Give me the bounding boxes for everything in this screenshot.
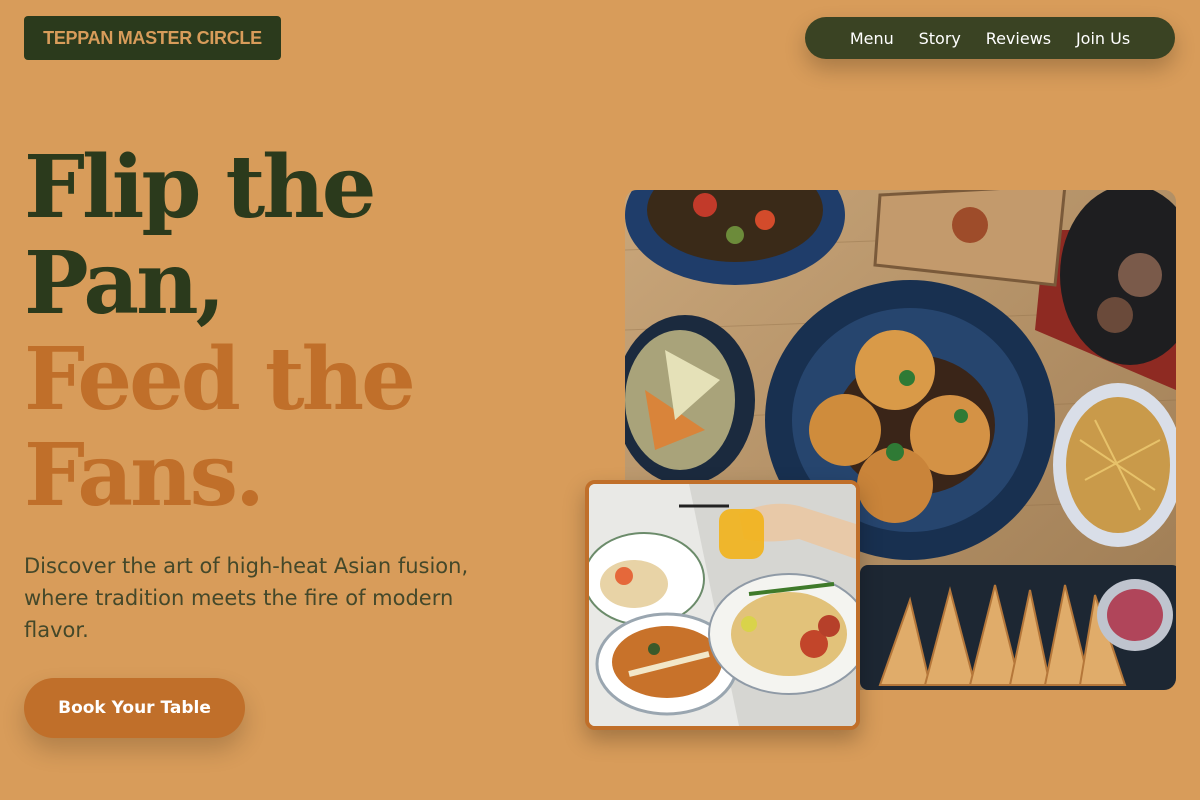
book-table-button[interactable]: Book Your Table — [24, 678, 245, 738]
nav-item-story[interactable]: Story — [919, 29, 961, 48]
hero-tagline: Discover the art of high-heat Asian fusi… — [24, 554, 469, 642]
landing-page: TEPPAN MASTER CIRCLE Menu Story Reviews … — [0, 0, 1200, 800]
headline-line-3: Feed the — [24, 329, 416, 430]
secondary-food-photo — [585, 480, 860, 730]
nav-item-join-us[interactable]: Join Us — [1076, 29, 1130, 48]
headline-line-2: Pan, — [24, 233, 226, 334]
nav-item-reviews[interactable]: Reviews — [986, 29, 1051, 48]
headline-line-1: Flip the — [24, 137, 376, 238]
hero-headline: Flip the Pan, Feed the Fans. — [24, 137, 416, 526]
nav-item-menu[interactable]: Menu — [850, 29, 894, 48]
brand-logo[interactable]: TEPPAN MASTER CIRCLE — [24, 16, 281, 60]
main-nav: Menu Story Reviews Join Us — [805, 17, 1175, 59]
headline-line-4: Fans. — [24, 425, 265, 526]
